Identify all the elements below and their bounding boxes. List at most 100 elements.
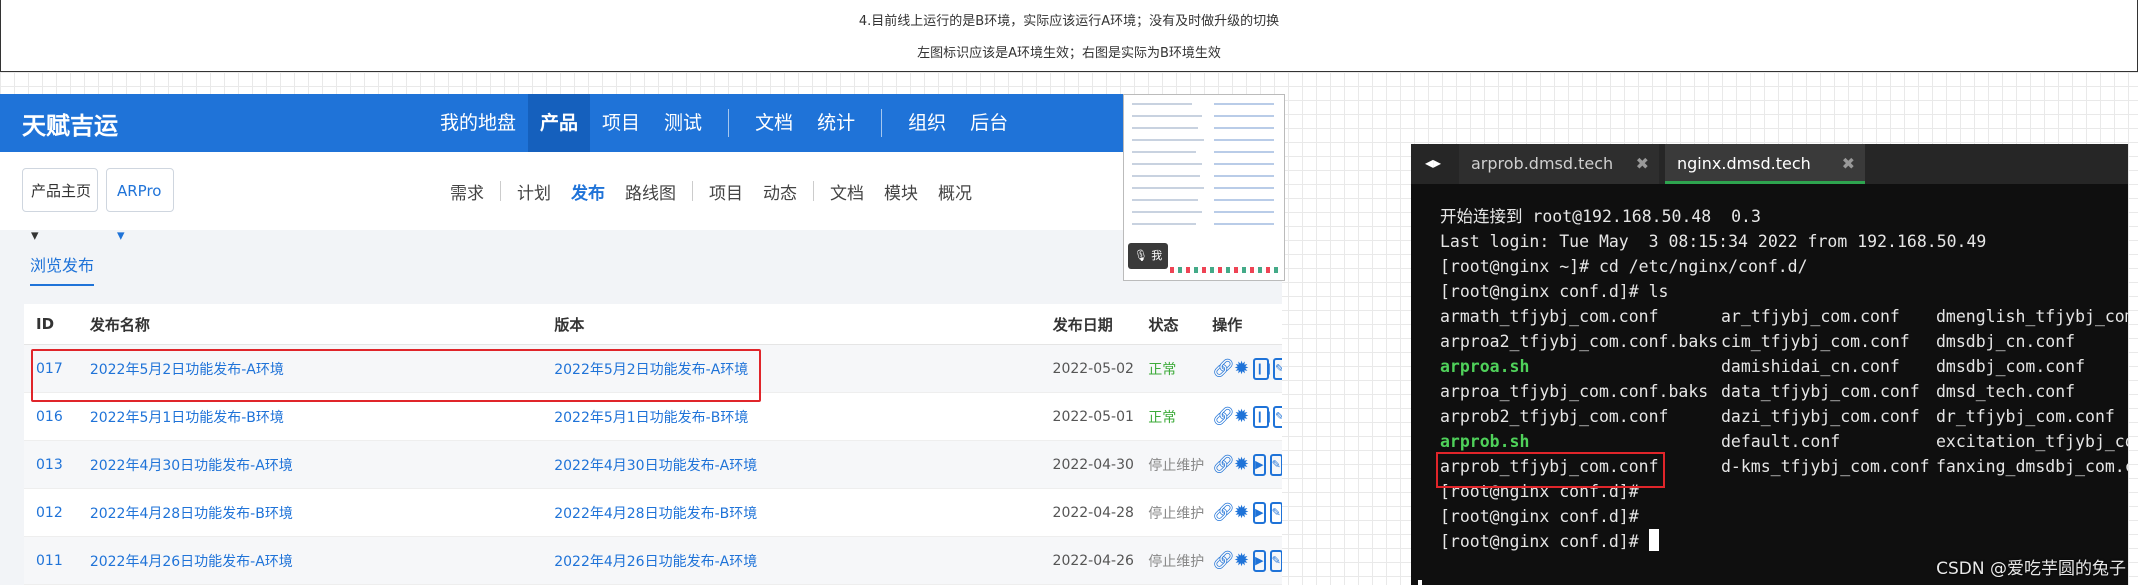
caption-line-2: 左图标识应该是A环境生效；右图是实际为B环境生效: [917, 46, 1221, 61]
play-icon[interactable]: ▶: [1253, 501, 1266, 524]
link-icon[interactable]: 🔗︎: [1212, 406, 1235, 428]
row-id: 012: [36, 504, 63, 521]
row-name-link[interactable]: 2022年5月1日功能发布-B环境: [90, 407, 554, 427]
nav-stats[interactable]: 统计: [805, 94, 867, 152]
col-actions: 操作: [1212, 315, 1243, 334]
ls-entry: dmsdbj_com.conf: [1936, 357, 2086, 376]
tab-scroll-arrows-icon[interactable]: ◂▸: [1425, 153, 1441, 172]
terminal-line: [root@nginx conf.d]# ls: [1440, 282, 1669, 301]
row-date: 2022-05-02: [1052, 360, 1134, 377]
thumb-line: [1214, 115, 1274, 117]
breadcrumb-product-home[interactable]: 产品主页 ▾: [22, 168, 98, 244]
row-version-link[interactable]: 2022年4月30日功能发布-A环境: [554, 455, 1052, 475]
pause-icon[interactable]: ❙❙: [1253, 405, 1274, 428]
nav-divider: [881, 109, 883, 137]
main-nav: 我的地盘 产品 项目 测试 文档 统计 组织 后台: [428, 94, 1020, 152]
subnav-divider: [500, 181, 501, 201]
terminal-tab-arprob[interactable]: arprob.dmsd.tech ✖: [1459, 144, 1659, 184]
thumb-line: [1214, 163, 1274, 165]
link-icon[interactable]: 🔗︎: [1212, 502, 1235, 524]
subnav-module[interactable]: 模块: [874, 179, 928, 204]
ls-row: arprob2_tfjybj_com.conf dazi_tfjybj_com.c…: [1440, 404, 2128, 429]
row-version-link[interactable]: 2022年4月28日功能发布-B环境: [554, 503, 1052, 523]
thumb-line: [1132, 223, 1196, 225]
link-icon[interactable]: 🔗︎: [1212, 454, 1235, 476]
ls-entry: fanxing_dmsdbj_com.co: [1936, 457, 2128, 476]
row-id: 011: [36, 552, 63, 569]
link-icon[interactable]: 🔗︎: [1212, 550, 1235, 572]
bug-icon[interactable]: ✹: [1234, 454, 1249, 476]
row-actions: 🔗︎ ✹ ▶ ✎: [1212, 453, 1282, 476]
subnav-divider: [813, 181, 814, 201]
play-icon[interactable]: ▶: [1253, 549, 1266, 572]
terminal-output[interactable]: 开始连接到 root@192.168.50.48 0.3 Last login: …: [1440, 204, 2128, 554]
edit-icon[interactable]: ✎: [1269, 501, 1282, 524]
subnav-docs[interactable]: 文档: [820, 179, 874, 204]
subnav-overview[interactable]: 概况: [928, 179, 982, 204]
play-icon[interactable]: ▶: [1253, 453, 1266, 476]
edit-icon[interactable]: ✎: [1269, 453, 1282, 476]
col-name[interactable]: 发布名称: [90, 314, 555, 335]
microphone-button[interactable]: 🎙︎ 我: [1128, 243, 1168, 269]
mic-icon: 🎙︎: [1133, 249, 1148, 262]
nav-docs[interactable]: 文档: [743, 94, 805, 152]
row-name-link[interactable]: 2022年4月26日功能发布-A环境: [90, 551, 554, 571]
tab-label: nginx.dmsd.tech: [1677, 154, 1811, 173]
edit-icon[interactable]: ✎: [1273, 405, 1282, 428]
edit-icon[interactable]: ✎: [1273, 357, 1282, 380]
row-version-link[interactable]: 2022年4月26日功能发布-A环境: [554, 551, 1052, 571]
ls-row: armath_tfjybj_com.conf ar_tfjybj_com.conf…: [1440, 304, 2128, 329]
ls-entry: dr_tfjybj_com.conf: [1936, 407, 2115, 426]
nav-admin[interactable]: 后台: [958, 94, 1020, 152]
close-icon[interactable]: ✖: [1842, 144, 1855, 184]
bug-icon[interactable]: ✹: [1234, 358, 1249, 380]
subnav-release[interactable]: 发布: [561, 179, 615, 204]
link-icon[interactable]: 🔗︎: [1212, 358, 1235, 380]
thumbnail-overlay: 🎙︎ 我: [1123, 94, 1285, 281]
terminal-prompt-line: [root@nginx conf.d]#: [1440, 529, 2128, 554]
nav-test[interactable]: 测试: [652, 94, 714, 152]
col-date[interactable]: 发布日期: [1053, 314, 1149, 335]
subnav-project[interactable]: 项目: [699, 179, 753, 204]
nav-product[interactable]: 产品: [528, 94, 591, 152]
nav-my-dashboard[interactable]: 我的地盘: [428, 94, 528, 152]
subnav-activity[interactable]: 动态: [753, 179, 807, 204]
pause-icon[interactable]: ❙❙: [1253, 357, 1274, 380]
row-date: 2022-04-28: [1052, 504, 1134, 521]
ls-entry: arproa_tfjybj_com.conf.baks: [1440, 382, 1709, 401]
thumb-line: [1214, 151, 1274, 153]
thumb-line: [1132, 151, 1196, 153]
row-version-link[interactable]: 2022年5月1日功能发布-B环境: [554, 407, 1052, 427]
ls-row: arprob.sh default.conf excitation_tfjybj_c…: [1440, 429, 2128, 454]
ls-entry: dmsdbj_cn.conf: [1936, 332, 2076, 351]
bug-icon[interactable]: ✹: [1234, 406, 1249, 428]
subnav-roadmap[interactable]: 路线图: [615, 179, 686, 204]
ls-entry: arproa.sh: [1440, 357, 1530, 376]
row-name-link[interactable]: 2022年4月28日功能发布-B环境: [90, 503, 554, 523]
col-id[interactable]: ID: [24, 315, 90, 333]
edit-icon[interactable]: ✎: [1269, 549, 1282, 572]
nav-org[interactable]: 组织: [896, 94, 958, 152]
row-date: 2022-04-26: [1052, 552, 1134, 569]
terminal-tab-nginx[interactable]: nginx.dmsd.tech ✖: [1665, 144, 1865, 184]
row-date: 2022-05-01: [1052, 408, 1134, 425]
col-version[interactable]: 版本: [554, 314, 1052, 335]
breadcrumb-product-select[interactable]: ARPro ▾: [106, 168, 174, 244]
row-actions: 🔗︎ ✹ ❙❙ ✎: [1212, 405, 1282, 428]
close-icon[interactable]: ✖: [1636, 144, 1649, 184]
subnav-requirements[interactable]: 需求: [440, 179, 494, 204]
cursor: [1648, 529, 1659, 551]
terminal-line: [root@nginx conf.d]#: [1440, 507, 1639, 526]
col-status[interactable]: 状态: [1148, 314, 1212, 335]
row-actions: 🔗︎ ✹ ❙❙ ✎: [1212, 357, 1282, 380]
bug-icon[interactable]: ✹: [1234, 502, 1249, 524]
ls-entry: dmenglish_tfjybj_com: [1936, 307, 2128, 326]
bug-icon[interactable]: ✹: [1234, 550, 1249, 572]
nav-project[interactable]: 项目: [590, 94, 652, 152]
thumb-line: [1132, 103, 1192, 105]
subnav-divider: [692, 181, 693, 201]
subnav-plan[interactable]: 计划: [507, 179, 561, 204]
row-status: 停止维护: [1148, 457, 1205, 474]
row-name-link[interactable]: 2022年4月30日功能发布-A环境: [90, 455, 554, 475]
tab-browse-releases[interactable]: 浏览发布: [30, 252, 95, 286]
